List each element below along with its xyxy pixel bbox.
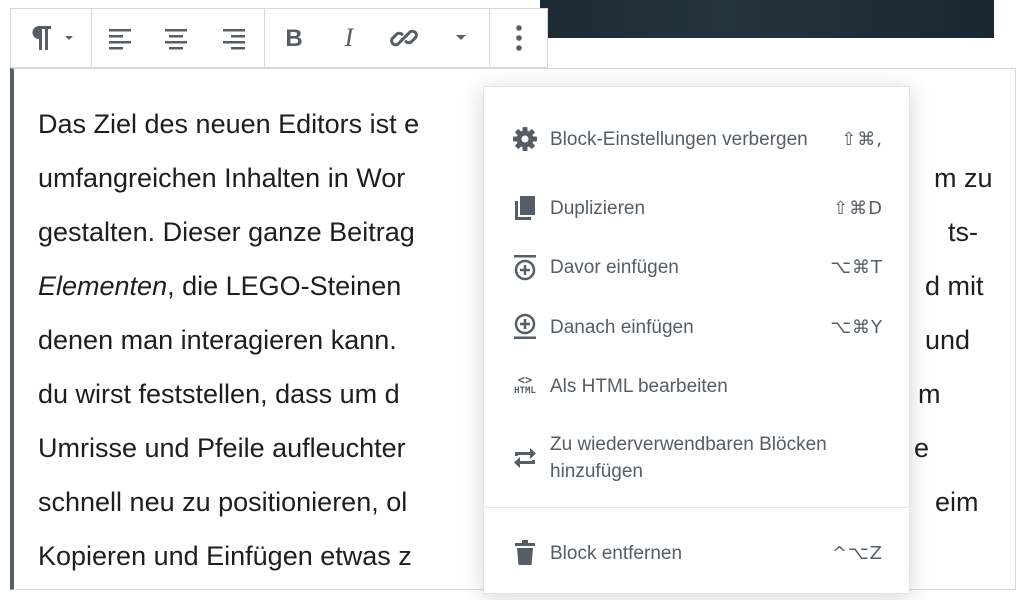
formatting-group: B I	[265, 9, 490, 67]
more-options-group	[490, 9, 548, 67]
menu-item-label: Block-Einstellungen verbergen	[550, 128, 808, 150]
menu-item-remove-block[interactable]: Block entfernen ^⌥Z	[484, 538, 909, 568]
paragraph-line-tail: m zu	[934, 163, 993, 193]
menu-item-shortcut: ⌥⌘Y	[830, 316, 883, 338]
link-button[interactable]	[375, 9, 433, 67]
menu-item-hide-block-settings[interactable]: Block-Einstellungen verbergen ⇧⌘,	[484, 105, 909, 173]
bold-button[interactable]: B	[265, 9, 323, 67]
menu-item-shortcut: ⇧⌘D	[833, 197, 883, 219]
menu-item-label: Als HTML bearbeiten	[550, 375, 728, 397]
svg-text:I: I	[344, 25, 355, 51]
menu-item-label: Duplizieren	[550, 197, 646, 219]
paragraph-line: Das Ziel des neuen Editors ist e	[38, 109, 420, 139]
paragraph-line-tail: ts-	[948, 217, 978, 247]
html-icon: <> HTML	[514, 373, 536, 396]
paragraph-line-tail: eim	[935, 487, 979, 517]
more-formatting-button[interactable]	[433, 9, 489, 67]
alignment-group	[92, 9, 265, 67]
paragraph-line-tail: m	[918, 379, 941, 409]
paragraph-line: Umrisse und Pfeile aufleuchter	[38, 433, 406, 463]
paragraph-line: du wirst feststellen, dass um d	[38, 379, 400, 409]
insert-before-icon	[510, 252, 540, 282]
link-icon	[390, 29, 418, 47]
paragraph-line: denen man interagieren kann.	[38, 325, 397, 355]
header-image	[540, 0, 994, 38]
paragraph-line: Kopieren und Einfügen etwas z	[38, 541, 412, 571]
paragraph-line-tail: e	[914, 433, 930, 463]
menu-item-add-to-reusable[interactable]: Zu wiederverwendbaren Blöcken hinzufügen	[484, 427, 909, 489]
menu-item-label: Danach einfügen	[550, 316, 694, 338]
menu-item-label: Block entfernen	[550, 542, 683, 564]
menu-item-shortcut: ^⌥Z	[831, 542, 883, 564]
paragraph-line: gestalten. Dieser ganze Beitrag	[38, 217, 415, 247]
more-options-button[interactable]	[490, 9, 548, 67]
menu-item-insert-after[interactable]: Danach einfügen ⌥⌘Y	[484, 312, 909, 342]
menu-item-edit-as-html[interactable]: <> HTML Als HTML bearbeiten	[484, 371, 909, 401]
paragraph-line: umfangreichen Inhalten in Wor	[38, 163, 406, 193]
menu-item-duplicate[interactable]: Duplizieren ⇧⌘D	[484, 193, 909, 223]
insert-after-icon	[510, 312, 540, 342]
block-toolbar: B I	[10, 8, 548, 68]
align-right-button[interactable]	[204, 9, 264, 67]
menu-item-label: Zu wiederverwendbaren Blöcken hinzufügen	[550, 434, 827, 482]
italic-icon: I	[344, 25, 355, 51]
align-left-icon	[109, 29, 131, 50]
paragraph-line: schnell neu zu positionieren, ol	[38, 487, 408, 517]
paragraph-icon	[32, 26, 73, 50]
reusable-icon	[510, 443, 540, 473]
gear-icon	[510, 124, 540, 154]
align-left-button[interactable]	[92, 9, 148, 67]
more-vertical-icon	[516, 25, 522, 51]
menu-item-shortcut: ⇧⌘,	[841, 128, 883, 150]
paragraph-emphasis: Elementen	[38, 271, 168, 301]
paragraph-line: , die LEGO-Steinen	[167, 271, 402, 301]
block-type-group	[11, 9, 92, 67]
html-icon-text: HTML	[514, 386, 536, 396]
paragraph-type-button[interactable]	[11, 9, 91, 67]
paragraph-line-tail: d mit	[925, 271, 984, 301]
align-center-button[interactable]	[148, 9, 204, 67]
align-center-icon	[165, 29, 187, 50]
menu-separator	[484, 507, 909, 508]
svg-text:B: B	[285, 25, 302, 51]
align-right-icon	[223, 29, 245, 50]
duplicate-icon	[510, 193, 540, 223]
menu-item-shortcut: ⌥⌘T	[830, 256, 883, 278]
chevron-down-icon	[456, 35, 466, 40]
italic-button[interactable]: I	[323, 9, 375, 67]
block-options-menu: Block-Einstellungen verbergen ⇧⌘, Dupliz…	[483, 86, 910, 594]
bold-icon: B	[285, 25, 302, 51]
menu-item-label: Davor einfügen	[550, 256, 679, 278]
paragraph-line-tail: und	[925, 325, 971, 355]
trash-icon	[510, 538, 540, 568]
menu-item-insert-before[interactable]: Davor einfügen ⌥⌘T	[484, 252, 909, 282]
